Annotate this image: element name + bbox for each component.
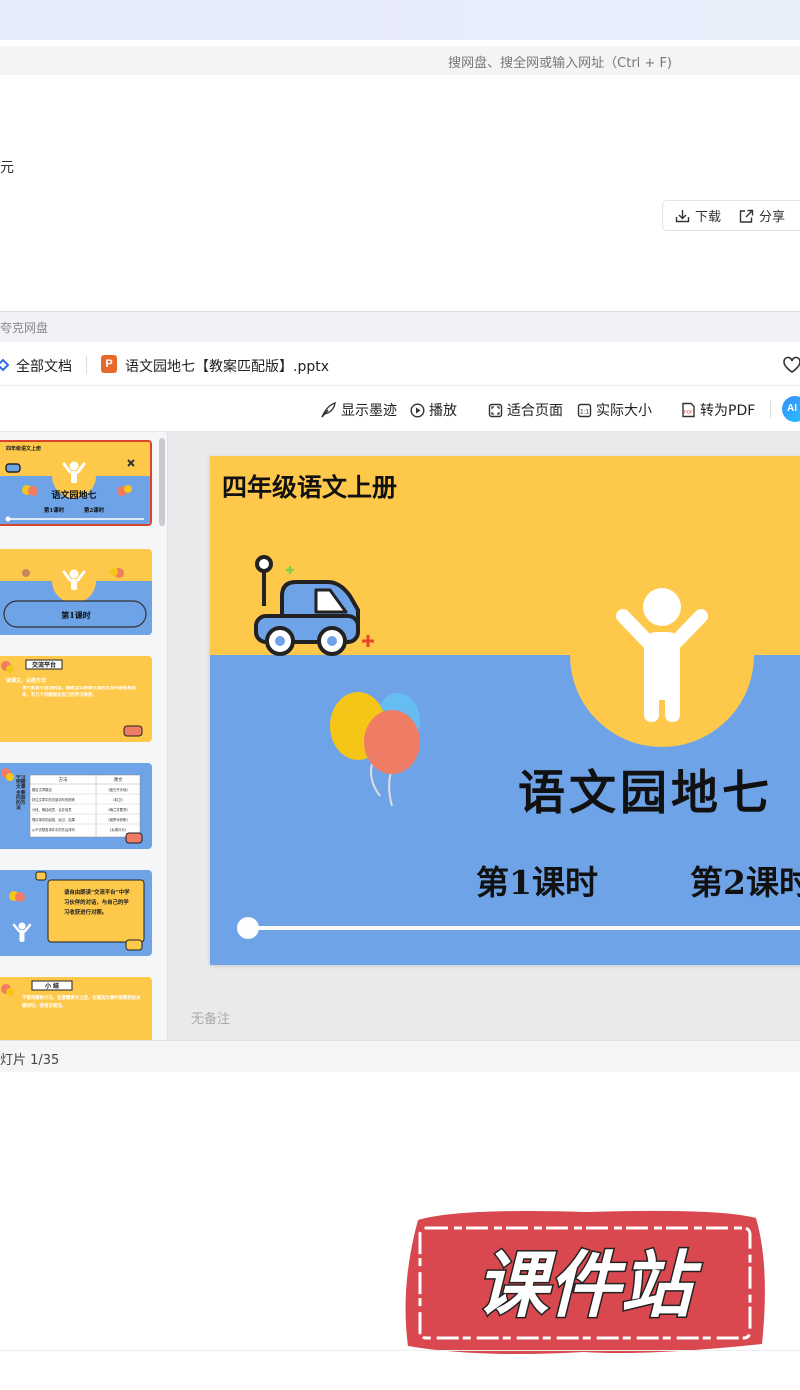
fit-page-button[interactable]: 适合页面 (488, 400, 563, 420)
feather-icon (321, 402, 336, 418)
play-label: 播放 (429, 403, 457, 419)
browser-top-band (0, 0, 800, 40)
viewer-nav-bar: 全部文档 P 语文园地七【教案匹配版】.pptx (0, 342, 800, 386)
toolbar-divider (770, 400, 771, 418)
slide-thumbnail-6[interactable]: 小 结 不管用哪种方法，在读懂课文之后，在概括文章时都要抓住关键词句，使语言简洁… (0, 977, 152, 1040)
actual-size-icon: 1:1 (577, 403, 592, 417)
nav-divider (86, 356, 87, 374)
thumbnail-3-preview: 交流平台 读课文，总结方法 请大家读小泡泡的话，想想怎么把课文读的太多内容联系起… (0, 656, 152, 742)
svg-text:交流平台: 交流平台 (32, 661, 56, 669)
svg-text:语文园地七: 语文园地七 (51, 489, 96, 501)
action-group: 下载 分享 (662, 200, 800, 231)
slide-stage: 四年级语文上册 语文园地七 第1课时 第2课时 无备注 (168, 432, 800, 1040)
search-hint: 搜网盘、搜全网或输入网址（Ctrl + F) (448, 56, 672, 71)
slide-title: 语文园地七 (518, 766, 773, 821)
slide-thumbnail-3[interactable]: 交流平台 读课文，总结方法 请大家读小泡泡的话，想想怎么把课文读的太多内容联系起… (0, 656, 152, 742)
document-viewer: 夸克网盘 全部文档 P 语文园地七【教案匹配版】.pptx 显示墨迹 播放 适合… (0, 311, 800, 1072)
actual-size-button[interactable]: 1:1 实际大小 (577, 400, 652, 420)
thumbnail-scrollbar[interactable] (159, 438, 165, 526)
all-documents-link[interactable]: 全部文档 (16, 356, 72, 376)
thumbnail-1-preview: 四年级语文上册 语文园地七 第1课时 第2课时 (0, 442, 150, 524)
slide-lesson-1: 第1课时 (476, 863, 598, 902)
slide-thumbnail-2[interactable]: 第1课时 (0, 549, 152, 635)
thumbnail-4-preview: 学习把握文章主要内容的方法 方法 课文 题目文章题目 《盘古开天地》 抓住文章中… (0, 763, 152, 849)
slide-thumbnail-1[interactable]: 四年级语文上册 语文园地七 第1课时 第2课时 (0, 440, 152, 526)
ai-assistant-icon[interactable]: AI (782, 396, 800, 422)
svg-text:《普罗米修斯》: 《普罗米修斯》 (106, 817, 129, 822)
heart-icon[interactable] (782, 356, 800, 374)
svg-text:理清事情的起因、经过、结果: 理清事情的起因、经过、结果 (32, 817, 76, 822)
share-button[interactable]: 分享 (739, 206, 785, 225)
viewer-title-bar: 夸克网盘 (0, 312, 800, 342)
svg-text:抓住文章中的关键词句来提炼: 抓住文章中的关键词句来提炼 (32, 797, 76, 802)
download-label: 下载 (695, 210, 722, 225)
viewer-app-title: 夸克网盘 (0, 321, 49, 335)
thumbnail-5-preview: 请自由朗读“交流平台”中学习伙伴的对话，与自己的学习收获进行对照。 (0, 870, 152, 956)
svg-text:课文: 课文 (114, 776, 123, 783)
slide-thumbnail-panel: 四年级语文上册 语文园地七 第1课时 第2课时 第1课时 交流平台 读课文，总结… (0, 432, 168, 1040)
download-icon (675, 209, 690, 222)
folder-icon (0, 358, 10, 372)
viewer-status-bar: 幻灯片 1/35 (0, 1040, 800, 1072)
pdf-icon: PDF (682, 402, 695, 418)
actual-size-label: 实际大小 (596, 403, 652, 419)
viewer-toolbar: 显示墨迹 播放 适合页面 1:1 实际大小 PDF 转为PDF AI (0, 386, 800, 432)
kejianzhan-stamp: 课件站 (405, 1210, 765, 1354)
play-icon (410, 402, 425, 418)
play-button[interactable]: 播放 (410, 400, 457, 420)
share-icon (739, 209, 754, 223)
svg-text:小 结: 小 结 (44, 982, 59, 990)
show-ink-button[interactable]: 显示墨迹 (320, 400, 397, 420)
slide-counter: 幻灯片 1/35 (0, 1053, 60, 1068)
slide-thumbnail-5[interactable]: 请自由朗读“交流平台”中学习伙伴的对话，与自己的学习收获进行对照。 (0, 870, 152, 956)
svg-text:《女娲补天》: 《女娲补天》 (108, 827, 128, 832)
svg-text:第2课时: 第2课时 (84, 506, 105, 514)
svg-text:分段，概括段意，合并段意: 分段，概括段意，合并段意 (32, 807, 72, 812)
share-label: 分享 (759, 210, 786, 225)
show-ink-label: 显示墨迹 (341, 403, 397, 419)
ppt-file-icon: P (101, 355, 117, 373)
slide-header: 四年级语文上册 (222, 473, 398, 502)
notes-placeholder[interactable]: 无备注 (191, 1008, 230, 1027)
search-bar[interactable] (0, 46, 800, 75)
file-name: 语文园地七【教案匹配版】.pptx (125, 359, 329, 375)
cut-off-text: 元 (0, 160, 14, 176)
svg-text:《盘古开天地》: 《盘古开天地》 (106, 787, 129, 792)
fit-page-icon (488, 403, 503, 417)
svg-text:PDF: PDF (684, 410, 693, 415)
svg-text:第1课时: 第1课时 (61, 610, 91, 620)
svg-text:读课文，总结方法: 读课文，总结方法 (6, 677, 46, 684)
convert-pdf-label: 转为PDF (700, 403, 756, 419)
current-slide: 四年级语文上册 语文园地七 第1课时 第2课时 (210, 456, 800, 965)
svg-text:《精卫》: 《精卫》 (111, 797, 124, 802)
slide-thumbnail-4[interactable]: 学习把握文章主要内容的方法 方法 课文 题目文章题目 《盘古开天地》 抓住文章中… (0, 763, 152, 849)
svg-text:从不清楚各事件中的先后排列: 从不清楚各事件中的先后排列 (32, 827, 76, 832)
page-bottom-divider (0, 1350, 800, 1351)
download-button[interactable]: 下载 (675, 206, 721, 225)
svg-text:1:1: 1:1 (580, 408, 589, 415)
fit-page-label: 适合页面 (507, 403, 563, 419)
thumbnail-2-preview: 第1课时 (0, 549, 152, 635)
svg-text:方法: 方法 (59, 776, 68, 783)
svg-text:《梅兰芳蓄须》: 《梅兰芳蓄须》 (106, 807, 129, 812)
svg-text:课件站: 课件站 (476, 1243, 702, 1327)
thumbnail-6-preview: 小 结 不管用哪种方法，在读懂课文之后，在概括文章时都要抓住关键词句，使语言简洁… (0, 977, 152, 1040)
slide-lesson-2: 第2课时 (690, 863, 800, 902)
convert-pdf-button[interactable]: PDF 转为PDF (681, 400, 755, 420)
svg-text:题目文章题目: 题目文章题目 (32, 787, 52, 792)
svg-text:四年级语文上册: 四年级语文上册 (6, 445, 41, 452)
svg-text:第1课时: 第1课时 (44, 506, 65, 514)
